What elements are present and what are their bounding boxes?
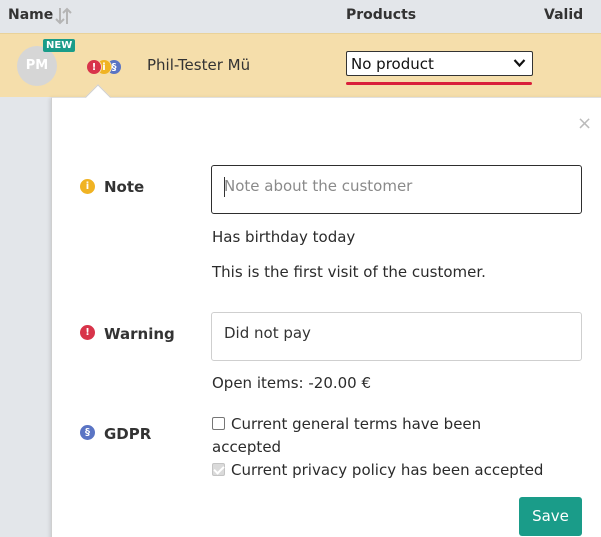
text-cursor bbox=[224, 177, 225, 197]
gdpr-label: GDPR bbox=[104, 425, 152, 443]
first-visit-info: This is the first visit of the customer. bbox=[212, 263, 486, 281]
column-header-name[interactable]: Name bbox=[8, 7, 53, 23]
save-button[interactable]: Save bbox=[519, 497, 582, 536]
terms-checkbox[interactable] bbox=[212, 417, 225, 430]
customer-name: Phil-Tester Mü bbox=[147, 56, 251, 74]
warning-field-value: Did not pay bbox=[224, 324, 311, 342]
privacy-checkbox-label: Current privacy policy has been accepted bbox=[231, 461, 544, 479]
validation-error-underline bbox=[346, 82, 532, 85]
column-header-valid[interactable]: Valid bbox=[544, 7, 583, 23]
birthday-info: Has birthday today bbox=[212, 228, 356, 246]
new-badge: NEW bbox=[43, 39, 76, 52]
terms-checkbox-label-cont[interactable]: accepted bbox=[212, 436, 281, 458]
product-select-value: No product bbox=[351, 55, 434, 73]
warning-label: Warning bbox=[104, 325, 175, 343]
column-header-products[interactable]: Products bbox=[346, 7, 416, 23]
warning-field[interactable]: Did not pay bbox=[211, 312, 582, 361]
product-select[interactable]: No product bbox=[346, 51, 533, 76]
terms-checkbox-label[interactable]: Current general terms have been bbox=[231, 413, 481, 435]
chevron-down-icon bbox=[513, 59, 526, 68]
customer-row[interactable]: PM NEW ! i § Phil-Tester Mü No product bbox=[0, 33, 601, 97]
privacy-checkbox bbox=[212, 463, 225, 476]
note-input[interactable] bbox=[224, 174, 569, 198]
warning-icon: ! bbox=[80, 325, 95, 340]
open-items: Open items: -20.00 € bbox=[212, 374, 372, 392]
sort-icon[interactable] bbox=[55, 6, 73, 26]
gdpr-icon: § bbox=[80, 425, 95, 440]
close-icon[interactable]: × bbox=[577, 115, 592, 133]
table-header: Name Products Valid bbox=[0, 0, 601, 33]
status-indicators[interactable]: ! i § bbox=[86, 59, 126, 77]
avatar: PM bbox=[17, 46, 57, 86]
note-label: Note bbox=[104, 178, 145, 196]
note-icon: i bbox=[80, 179, 95, 194]
warning-indicator-icon[interactable]: ! bbox=[86, 59, 102, 75]
note-field[interactable] bbox=[211, 165, 582, 214]
